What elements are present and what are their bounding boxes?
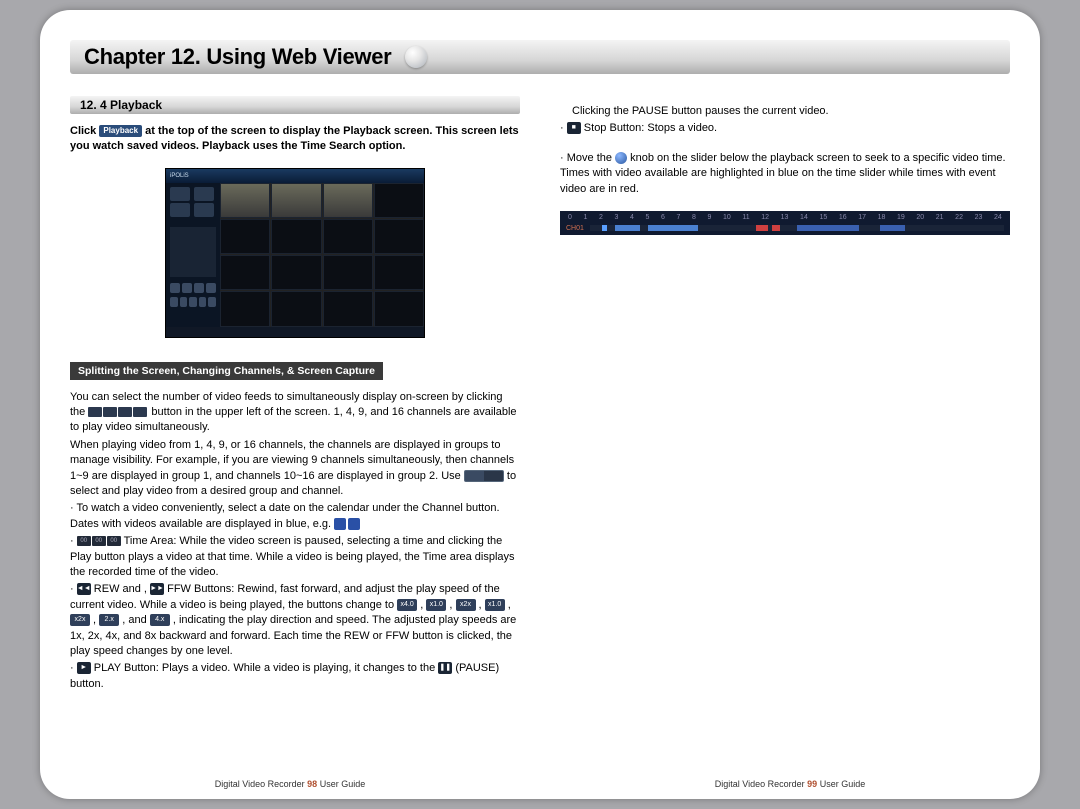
tick: 1 <box>584 213 588 223</box>
intro-paragraph: Click Playback at the top of the screen … <box>70 124 520 154</box>
playback-screenshot: iPOLiS <box>165 168 425 338</box>
r2: Stop Button: Stops a video. <box>584 122 717 134</box>
page-number: 99 <box>807 779 817 789</box>
right-column: Clicking the PAUSE button pauses the cur… <box>560 96 1010 694</box>
playback-button-icon: Playback <box>99 125 142 137</box>
tick: 2 <box>599 213 603 223</box>
tick: 4 <box>630 213 634 223</box>
body-text-left: You can select the number of video feeds… <box>70 390 520 692</box>
rew-icon: ◄◄ <box>77 583 91 595</box>
slider-knob-icon <box>615 152 627 164</box>
tick: 21 <box>936 213 944 223</box>
speed-icon-6: 2.x <box>99 614 119 626</box>
chapter-header: Chapter 12. Using Web Viewer <box>70 40 1010 74</box>
r1: Clicking the PAUSE button pauses the cur… <box>572 104 1010 119</box>
footer-text: Digital Video Recorder <box>715 779 805 789</box>
tick: 16 <box>839 213 847 223</box>
tick: 23 <box>975 213 983 223</box>
left-column: 12. 4 Playback Click Playback at the top… <box>70 96 520 694</box>
tick: 0 <box>568 213 572 223</box>
tick: 22 <box>955 213 963 223</box>
speed-icon-2: x1.0 <box>426 599 446 611</box>
speed-icon-4: x1.0 <box>485 599 505 611</box>
group-selector-icon <box>464 470 504 482</box>
stop-icon: ■ <box>567 122 581 134</box>
speed-icon-7: 4.x <box>150 614 170 626</box>
tick: 20 <box>916 213 924 223</box>
tick: 18 <box>878 213 886 223</box>
timeline-bar: CH01 <box>590 225 1004 231</box>
tick: 8 <box>692 213 696 223</box>
tick: 12 <box>761 213 769 223</box>
p2: When playing video from 1, 4, 9, or 16 c… <box>70 439 514 482</box>
tick: 5 <box>646 213 650 223</box>
footer-text: Digital Video Recorder <box>215 779 305 789</box>
r3b: knob on the slider below the playback sc… <box>560 152 1006 195</box>
timeline-channel-label: CH01 <box>566 224 584 234</box>
sphere-decoration <box>405 46 427 68</box>
section-heading: 12. 4 Playback <box>70 96 520 114</box>
screenshot-sidebar <box>166 183 220 327</box>
timeline-ticks: 0 1 2 3 4 5 6 7 8 9 10 11 12 13 <box>566 213 1004 223</box>
tick: 10 <box>723 213 731 223</box>
subsection-badge: Splitting the Screen, Changing Channels,… <box>70 362 383 380</box>
footer-text: User Guide <box>820 779 866 789</box>
tick: 13 <box>781 213 789 223</box>
footer-right: Digital Video Recorder 99 User Guide <box>715 779 865 789</box>
screenshot-body <box>166 183 424 327</box>
body-text-right: Clicking the PAUSE button pauses the cur… <box>560 104 1010 235</box>
tick: 17 <box>858 213 866 223</box>
bullet2: Time Area: While the video screen is pau… <box>70 535 515 578</box>
screenshot-timeline <box>166 327 424 337</box>
footer: Digital Video Recorder 98 User Guide Dig… <box>40 779 1040 789</box>
calendar-dates-icon <box>334 518 360 530</box>
footer-text: User Guide <box>320 779 366 789</box>
b4a: PLAY Button: Plays a video. While a vide… <box>94 662 435 674</box>
footer-left: Digital Video Recorder 98 User Guide <box>215 779 365 789</box>
time-area-icon: 000000 <box>77 536 121 546</box>
r3a: Move the <box>567 152 612 164</box>
tick: 19 <box>897 213 905 223</box>
timeline-strip: 0 1 2 3 4 5 6 7 8 9 10 11 12 13 <box>560 211 1010 235</box>
speed-icon-3: x2x <box>456 599 476 611</box>
tick: 3 <box>615 213 619 223</box>
tick: 14 <box>800 213 808 223</box>
and-label: and <box>128 614 146 626</box>
screenshot-grid <box>220 183 424 327</box>
page-number: 98 <box>307 779 317 789</box>
tick: 11 <box>742 213 749 223</box>
content-columns: 12. 4 Playback Click Playback at the top… <box>70 96 1010 694</box>
speed-icon-1: x4.0 <box>397 599 417 611</box>
screenshot-header: iPOLiS <box>166 169 424 183</box>
tick: 7 <box>677 213 681 223</box>
tick: 15 <box>819 213 827 223</box>
tick: 24 <box>994 213 1002 223</box>
bullet1: To watch a video conveniently, select a … <box>70 502 500 529</box>
ffw-icon: ►► <box>150 583 164 595</box>
tick: 9 <box>708 213 712 223</box>
chapter-title: Chapter 12. Using Web Viewer <box>84 44 391 70</box>
play-icon: ► <box>77 662 91 674</box>
pause-icon: ❚❚ <box>438 662 452 674</box>
tick: 6 <box>661 213 665 223</box>
intro-click: Click <box>70 125 96 137</box>
page: Chapter 12. Using Web Viewer 12. 4 Playb… <box>40 10 1040 799</box>
speed-icon-5: x2x <box>70 614 90 626</box>
b3a: REW and , <box>94 583 147 595</box>
channel-count-icon <box>88 407 148 417</box>
